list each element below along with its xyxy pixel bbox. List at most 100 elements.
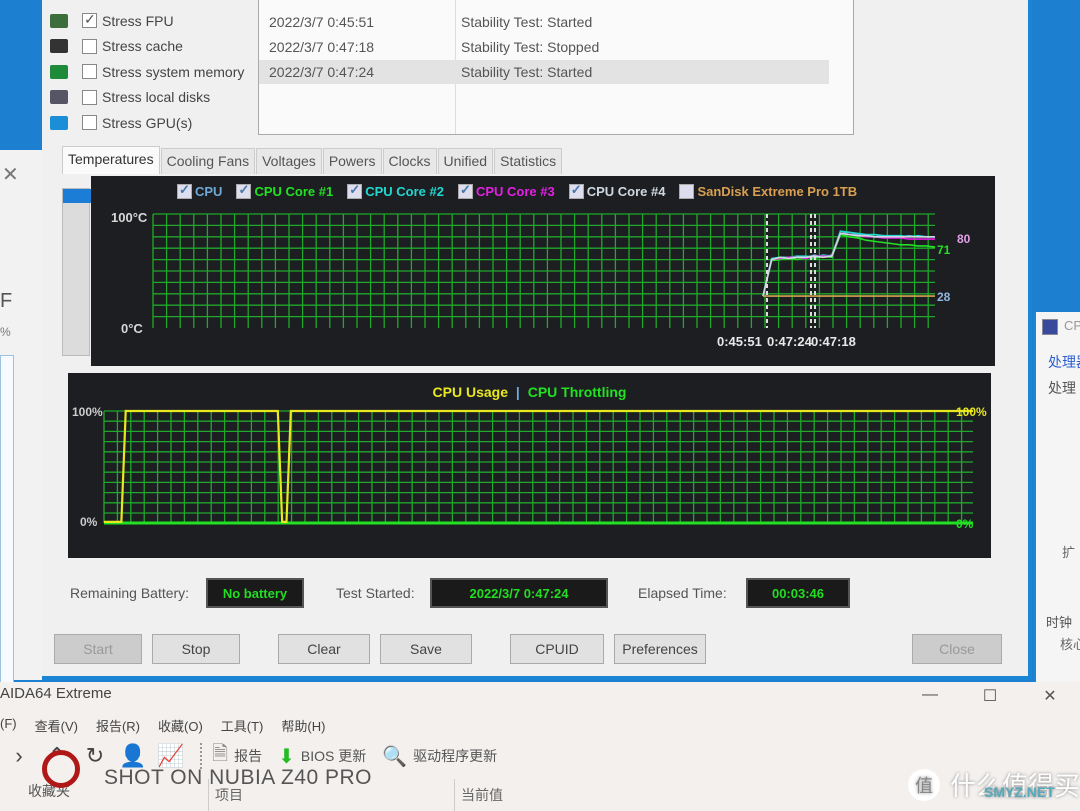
end-value-cores: 80 — [957, 232, 971, 246]
battery-label: Remaining Battery: — [70, 585, 190, 601]
cpuid-label: 核心 — [1060, 637, 1080, 652]
partial-label: % — [0, 325, 11, 339]
magnifier-icon: 🔍 — [382, 745, 408, 768]
stress-option-label: Stress cache — [102, 38, 183, 55]
close-icon[interactable]: ✕ — [2, 162, 19, 187]
right-top-label: 100% — [956, 405, 987, 419]
time-marker-label: 0:45:51 — [717, 334, 762, 349]
bios-update-label: BIOS 更新 — [300, 748, 367, 764]
y-max-label: 100°C — [111, 210, 148, 225]
tab-clocks[interactable]: Clocks — [382, 148, 437, 174]
elapsed-time-label: Elapsed Time: — [638, 585, 727, 601]
stress-option[interactable]: Stress FPU — [50, 8, 244, 34]
camera-watermark: SHOT ON NUBIA Z40 PRO — [104, 766, 373, 789]
window-close-button[interactable]: ✕ — [1020, 682, 1080, 706]
stress-checkbox[interactable] — [82, 115, 97, 131]
window-title: AIDA64 Extreme — [0, 685, 112, 702]
fpu-icon — [50, 13, 68, 28]
tab-powers[interactable]: Powers — [322, 148, 382, 174]
series-cpu-usage — [104, 409, 973, 523]
minimize-button[interactable]: — — [900, 682, 960, 706]
stress-checkbox[interactable] — [82, 89, 97, 105]
driver-update-button[interactable]: 🔍 驱动程序更新 — [382, 744, 497, 769]
preferences-button[interactable]: Preferences — [614, 634, 706, 664]
start-button[interactable]: Start — [54, 634, 142, 664]
stress-option-label: Stress local disks — [102, 89, 211, 106]
maximize-button[interactable]: ☐ — [960, 682, 1020, 706]
menu-item[interactable]: 报告(R) — [96, 716, 140, 735]
stress-option[interactable]: Stress GPU(s) — [50, 110, 244, 136]
log-status: Stability Test: Started — [461, 14, 593, 30]
tab-statistics[interactable]: Statistics — [494, 148, 563, 174]
menu-item[interactable]: (F) — [0, 716, 17, 735]
usage-chart-svg: 100% 0% 100% 0% — [72, 405, 987, 531]
cpuid-label: 扩 — [1062, 545, 1076, 560]
log-row[interactable]: 2022/3/7 0:47:18 Stability Test: Stopped — [259, 35, 829, 59]
camera-record-indicator — [42, 750, 80, 788]
cpuid-group-clock: 时钟 — [1046, 615, 1073, 630]
cpu-usage-graph: CPU Usage | CPU Throttling 100% 0% 100% 0% — [68, 373, 991, 558]
end-value-disk: 28 — [937, 290, 951, 304]
stress-checkbox[interactable] — [82, 11, 97, 29]
watermark-logo-icon: 值 — [908, 768, 940, 801]
temp-series-cpu-core-1 — [762, 233, 936, 297]
cpuid-button[interactable]: CPUID — [510, 634, 604, 664]
column-header-value[interactable]: 当前值 — [454, 779, 954, 811]
log-row[interactable]: 2022/3/7 0:47:24 Stability Test: Started — [259, 60, 829, 84]
temperature-graph: CPU CPU Core #1 CPU Core #2 CPU Core #3 … — [91, 176, 995, 366]
event-log-list: 2022/3/7 0:45:51 Stability Test: Started… — [258, 0, 854, 135]
log-time: 2022/3/7 0:45:51 — [269, 14, 375, 30]
stress-option[interactable]: Stress cache — [50, 34, 244, 60]
log-row[interactable]: 2022/3/7 0:45:51 Stability Test: Started — [259, 10, 829, 34]
tab-unified[interactable]: Unified — [437, 148, 494, 174]
right-bottom-label: 0% — [956, 517, 974, 531]
status-bar: Remaining Battery: No battery Test Start… — [68, 578, 868, 612]
site-watermark: 值 什么值得买 SMYZ.NET — [908, 766, 1080, 803]
cache-icon — [50, 39, 68, 54]
battery-value: No battery — [206, 578, 304, 608]
temp-series-cpu-core-4 — [762, 232, 935, 297]
gpu-icon — [50, 115, 68, 130]
left-bottom-label: 0% — [80, 515, 98, 529]
usage-grid — [103, 410, 973, 523]
test-started-label: Test Started: — [336, 585, 415, 601]
stress-option-label: Stress FPU — [102, 12, 174, 29]
tab-voltages[interactable]: Voltages — [256, 148, 322, 174]
temp-series-cpu-core-3 — [762, 232, 935, 297]
bios-update-button[interactable]: ⬇ BIOS 更新 — [278, 744, 366, 769]
y-min-label: 0°C — [121, 321, 143, 336]
clear-button[interactable]: Clear — [278, 634, 370, 664]
save-button[interactable]: Save — [380, 634, 472, 664]
download-arrow-icon: ⬇ — [278, 745, 295, 768]
stop-button[interactable]: Stop — [152, 634, 240, 664]
log-status: Stability Test: Started — [461, 64, 593, 80]
partial-graph — [0, 355, 14, 685]
log-time: 2022/3/7 0:47:24 — [269, 64, 375, 80]
menu-item[interactable]: 工具(T) — [221, 716, 264, 735]
close-button[interactable]: Close — [912, 634, 1002, 664]
stress-checkbox[interactable] — [82, 38, 97, 54]
menu-item[interactable]: 收藏(O) — [158, 716, 203, 735]
test-started-value: 2022/3/7 0:47:24 — [430, 578, 608, 608]
stress-option[interactable]: Stress system memory — [50, 59, 244, 85]
watermark-domain: SMYZ.NET — [984, 784, 1055, 800]
forward-icon[interactable]: › — [0, 743, 38, 769]
tab-cooling-fans[interactable]: Cooling Fans — [160, 148, 256, 174]
temp-series-cpu — [762, 231, 935, 297]
stress-option[interactable]: Stress local disks — [50, 85, 244, 111]
menu-item[interactable]: 帮助(H) — [281, 716, 325, 735]
stress-checkbox[interactable] — [82, 64, 97, 80]
graph-list-scrollbar[interactable] — [62, 188, 91, 356]
cpuid-window: CP 处理器 处理 扩 时钟 核心 — [1034, 312, 1080, 682]
cpuid-tab-processor[interactable]: 处理器 — [1048, 352, 1080, 372]
scroll-thumb[interactable] — [63, 189, 91, 203]
driver-update-label: 驱动程序更新 — [413, 748, 498, 764]
elapsed-time-value: 00:03:46 — [746, 578, 850, 608]
stress-options: Stress FPU Stress cache Stress system me… — [50, 8, 244, 136]
menu-item[interactable]: 查看(V) — [35, 716, 78, 735]
cpuid-window-title: CP — [1064, 318, 1080, 333]
end-value-core1: 71 — [937, 243, 951, 257]
time-marker-label: 0:47:24 — [767, 334, 813, 349]
tab-temperatures[interactable]: Temperatures — [62, 146, 160, 174]
stress-option-label: Stress system memory — [102, 63, 245, 80]
